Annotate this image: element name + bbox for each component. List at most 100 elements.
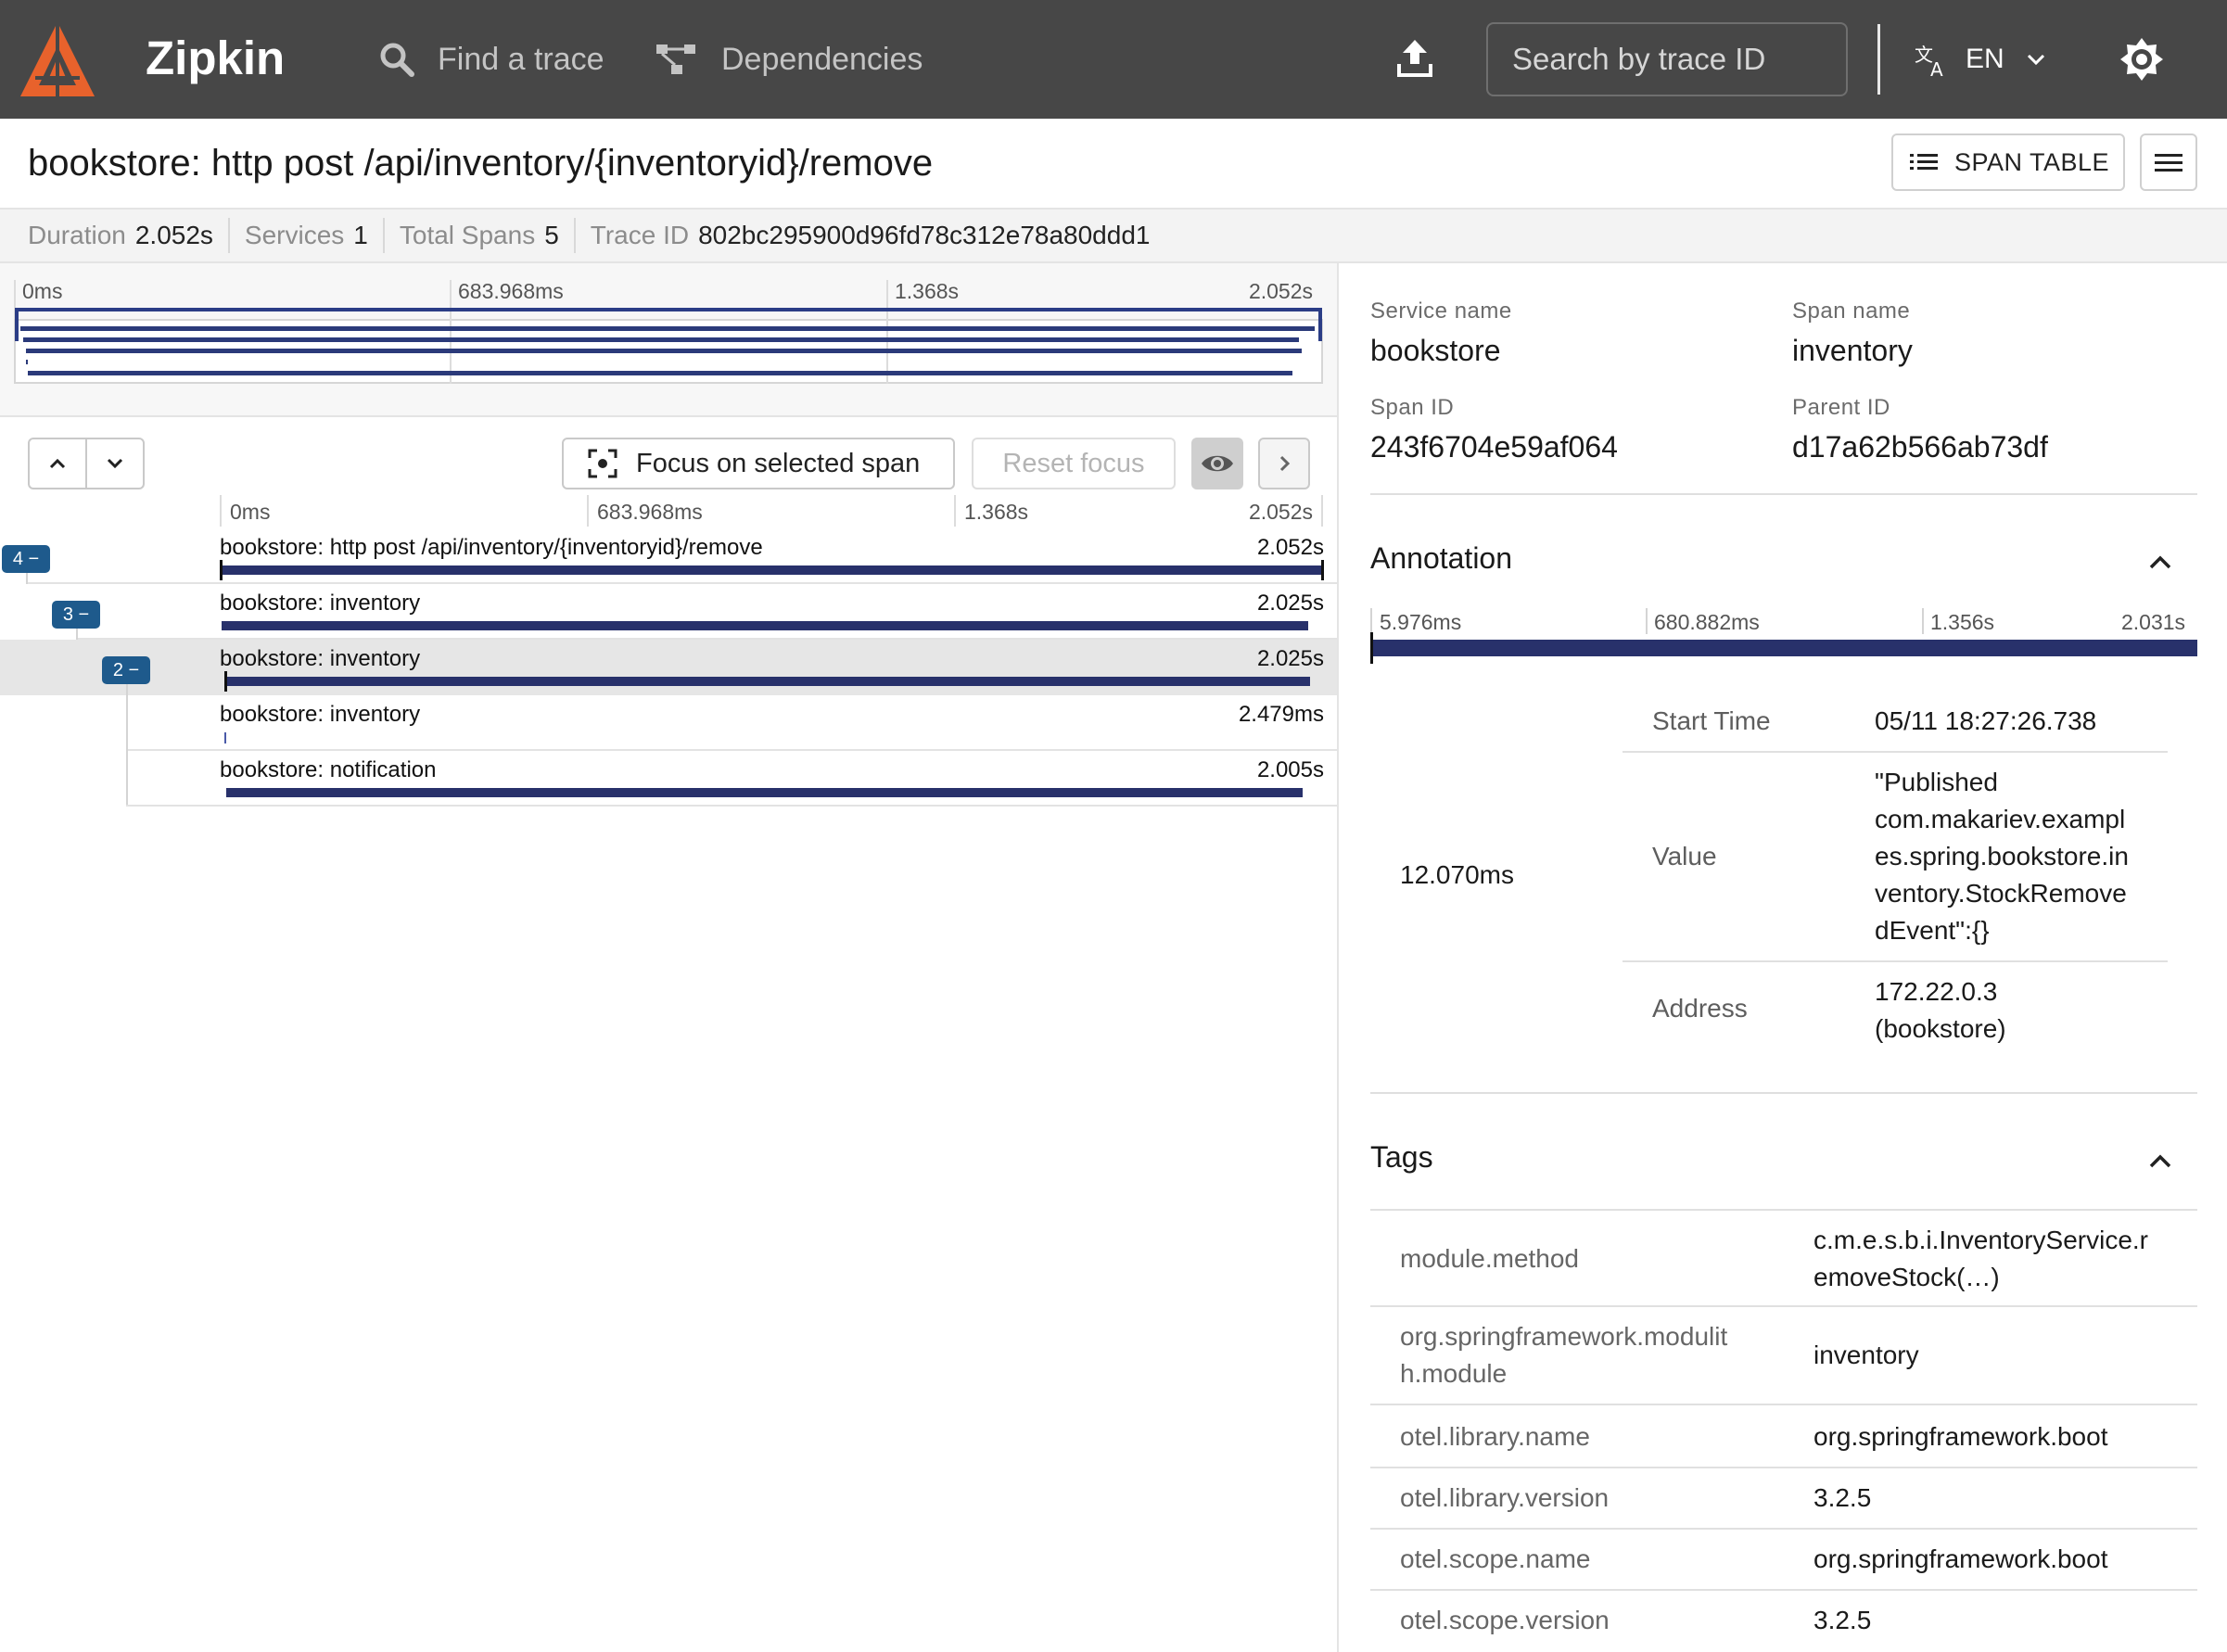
summary-value: 802bc295900d96fd78c312e78a80ddd1 [698,221,1151,249]
tag-key-line: module.method [1400,1244,1580,1273]
span-row[interactable]: bookstore: notification 2.005s [0,751,1337,807]
tag-key: module.method [1400,1240,1752,1277]
timeline-tick-line [1321,495,1323,527]
collapse-children-badge[interactable]: 3 − [52,601,100,629]
span-row[interactable]: bookstore: inventory 2.025s [0,584,1337,640]
trace-minimap[interactable]: 0ms 683.968ms 1.368s 2.052s [0,263,1337,417]
annotation-row-value: 05/11 18:27:26.738 [1875,706,2097,735]
nav-dependencies[interactable]: Dependencies [655,33,923,85]
row-divider [126,749,1337,751]
span-row-selected[interactable]: bookstore: inventory 2.025s [0,640,1337,695]
tag-key-line: otel.library.name [1400,1422,1590,1451]
annotation-value-line: ventory.StockRemove [1875,879,2127,908]
top-app-bar: Zipkin Find a trace Dependencies 文 A EN [0,0,2227,119]
service-name-value: bookstore [1370,334,1501,367]
upload-button[interactable] [1389,33,1441,85]
brand-name[interactable]: Zipkin [146,30,285,87]
tag-key: otel.library.version [1400,1480,1752,1517]
parent-id-label: Parent ID [1792,395,1890,420]
span-duration: 2.479ms [1238,702,1324,727]
language-selector[interactable]: 文 A EN [1914,33,2047,85]
hamburger-menu-icon [2155,154,2182,172]
chevron-right-icon [1279,455,1291,472]
toggle-visibility-button[interactable] [1191,438,1243,489]
annotation-value-line: (bookstore) [1875,1014,2006,1043]
chevron-up-icon [49,458,66,469]
annotation-tick-line [1370,608,1372,634]
annotation-tick-label: 5.976ms [1380,610,1462,634]
tag-row-divider [1370,1404,2197,1405]
tag-value: c.m.e.s.b.i.InventoryService.r emoveStoc… [1813,1222,2184,1296]
span-name: bookstore: http post /api/inventory/{inv… [220,535,763,560]
timeline-tick-line [954,495,956,527]
minimap-span-bar [25,349,1303,353]
span-row[interactable]: bookstore: inventory 2.479ms [0,695,1337,751]
tag-value-line: 3.2.5 [1813,1483,1872,1512]
span-rows: bookstore: http post /api/inventory/{inv… [0,528,1337,1085]
focus-button-label: Focus on selected span [636,448,921,478]
minimap-span-bar [20,326,1315,331]
section-divider [1370,493,2197,495]
translate-icon: 文 A [1915,44,1943,78]
reset-focus-button[interactable]: Reset focus [972,438,1176,489]
row-divider [26,582,1337,584]
minimap-selection-window[interactable] [15,308,1322,341]
collapse-children-badge[interactable]: 2 − [102,656,150,684]
collapse-annotation-icon[interactable] [2144,545,2177,578]
nav-find-trace[interactable]: Find a trace [378,33,604,85]
span-name: bookstore: inventory [220,702,421,727]
span-name-label: Span name [1792,299,1911,324]
span-duration: 2.005s [1256,757,1324,782]
language-code: EN [1966,44,2004,74]
span-id-value: 243f6704e59af064 [1370,430,1618,464]
expand-detail-button[interactable] [1258,438,1310,489]
annotation-tick-line [1922,608,1924,634]
span-bar [223,732,226,743]
nav-find-trace-label: Find a trace [438,41,604,77]
span-row[interactable]: bookstore: http post /api/inventory/{inv… [0,528,1337,584]
timeline-tick-label: 2.052s [1248,500,1313,524]
svg-text:A: A [1930,58,1943,78]
tag-value-line: emoveStock(…) [1813,1263,2000,1291]
row-divider [126,805,1337,807]
span-name: bookstore: inventory [220,591,421,616]
tag-value-line: c.m.e.s.b.i.InventoryService.r [1813,1226,2149,1254]
previous-span-button[interactable] [30,439,85,488]
collapse-tags-icon[interactable] [2144,1144,2177,1177]
span-duration: 2.025s [1256,646,1324,671]
next-span-button[interactable] [85,439,143,488]
collapse-children-badge[interactable]: 4 − [2,545,50,573]
tag-value-line: org.springframework.boot [1813,1544,2108,1573]
span-name: bookstore: inventory [220,646,421,671]
span-bar [222,621,1308,630]
nav-dependencies-label: Dependencies [721,41,923,77]
minimap-span-bar [28,371,1293,375]
timeline-tick-line [220,495,222,527]
span-duration: 2.052s [1256,535,1324,560]
span-bar [220,565,1321,575]
summary-value: 2.052s [134,221,213,249]
timeline-tick-label: 683.968ms [597,500,703,524]
annotation-marker[interactable] [1370,632,1373,664]
theme-toggle-button[interactable] [2116,33,2168,85]
zipkin-logo-icon[interactable] [17,19,98,100]
eye-icon [1202,455,1233,472]
tag-row-divider [1370,1589,2197,1591]
tag-row-divider [1370,1305,2197,1307]
span-navigation-group [28,438,145,489]
summary-total-spans: Total Spans 5 [400,218,576,253]
tag-value: 3.2.5 [1813,1480,2184,1517]
annotation-value-line: es.spring.bookstore.in [1875,842,2129,870]
minimap-span-bar [25,360,28,364]
annotation-timestamp: 12.070ms [1400,860,1514,889]
menu-button[interactable] [2140,133,2197,191]
tag-key: otel.library.name [1400,1418,1752,1455]
trace-id-search-input[interactable] [1486,22,1848,96]
focus-selected-span-button[interactable]: Focus on selected span [562,438,955,489]
span-table-button[interactable]: SPAN TABLE [1891,133,2125,191]
annotation-row-divider [1623,960,2168,962]
chevron-down-icon [107,458,123,469]
summary-label: Duration [28,221,126,249]
brightness-icon [2120,38,2163,81]
summary-services: Services 1 [245,218,385,253]
